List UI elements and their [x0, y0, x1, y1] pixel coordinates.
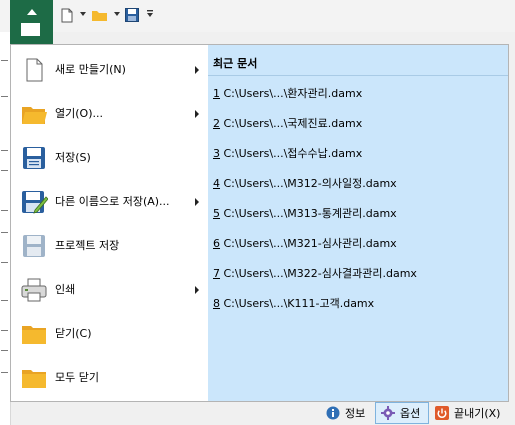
exit-button[interactable]: 끝내기(X) [435, 402, 500, 424]
menu-item-label: 새로 만들기(N) [55, 63, 126, 76]
menu-footer: 정보 옵션 끝내기(X) [0, 402, 515, 425]
save-as-icon [22, 191, 48, 214]
save-project-icon [23, 235, 45, 257]
submenu-arrow-icon [195, 286, 199, 294]
recent-file-path: C:\Users\...\국제진료.damx [220, 117, 363, 130]
power-icon [435, 406, 449, 420]
menu-item-open[interactable]: 열기(O)... [11, 93, 208, 135]
menu-item-label: 모두 닫기 [55, 371, 99, 384]
app-menu-arrow-icon [27, 9, 37, 15]
info-icon [326, 406, 340, 420]
menu-item-close-all[interactable]: 모두 닫기 [11, 357, 208, 399]
menu-item-save[interactable]: 저장(S) [11, 137, 208, 179]
menu-item-label: 닫기(C) [55, 327, 92, 340]
recent-file-number: 2 [213, 117, 220, 130]
application-menu-button[interactable] [10, 0, 53, 44]
recent-file-item[interactable]: 1 C:\Users\...\환자관리.damx [213, 85, 362, 101]
submenu-arrow-icon [195, 198, 199, 206]
menu-item-save-as[interactable]: 다른 이름으로 저장(A)... [11, 181, 208, 223]
recent-file-path: C:\Users\...\M321-심사관리.damx [220, 237, 397, 250]
submenu-arrow-icon [195, 66, 199, 74]
menu-item-save-project[interactable]: 프로젝트 저장 [11, 225, 208, 267]
menu-item-new[interactable]: 새로 만들기(N) [11, 49, 208, 91]
recent-file-path: C:\Users\...\접수수납.damx [220, 147, 363, 160]
app-menu-box-icon [21, 23, 40, 36]
close-all-folder-icon [22, 370, 46, 388]
info-label: 정보 [345, 407, 366, 420]
gear-icon [381, 406, 395, 420]
options-label: 옵션 [400, 407, 421, 420]
new-dropdown-caret-icon[interactable] [80, 12, 86, 16]
quick-access-toolbar [0, 0, 515, 44]
menu-item-label: 다른 이름으로 저장(A)... [55, 195, 170, 208]
menu-item-print[interactable]: 인쇄 [11, 269, 208, 311]
recent-file-number: 4 [213, 177, 220, 190]
recent-file-number: 6 [213, 237, 220, 250]
open-dropdown-caret-icon[interactable] [114, 12, 120, 16]
recent-file-path: C:\Users\...\환자관리.damx [220, 87, 363, 100]
recent-title-divider [208, 75, 508, 76]
recent-file-item[interactable]: 7 C:\Users\...\M322-심사결과관리.damx [213, 265, 417, 281]
recent-file-number: 3 [213, 147, 220, 160]
recent-documents-title: 최근 문서 [213, 57, 258, 70]
options-button[interactable]: 옵션 [375, 402, 429, 424]
menu-item-label: 인쇄 [55, 283, 76, 296]
recent-file-item[interactable]: 4 C:\Users\...\M312-의사일정.damx [213, 175, 397, 191]
recent-file-number: 1 [213, 87, 220, 100]
new-document-icon[interactable] [61, 8, 73, 23]
recent-file-number: 8 [213, 297, 220, 310]
open-folder-icon [22, 107, 47, 124]
recent-file-number: 7 [213, 267, 220, 280]
print-icon [21, 278, 47, 302]
file-menu-panel: 새로 만들기(N) 열기(O)... 저장(S) 다른 이름으로 저장(A)..… [10, 44, 509, 402]
recent-file-item[interactable]: 5 C:\Users\...\M313-통계관리.damx [213, 205, 397, 221]
menu-item-label: 열기(O)... [55, 107, 103, 120]
recent-file-path: C:\Users\...\M313-통계관리.damx [220, 207, 397, 220]
save-icon [23, 147, 45, 169]
menu-item-label: 저장(S) [55, 151, 91, 164]
save-icon[interactable] [125, 8, 139, 22]
close-folder-icon [22, 326, 46, 344]
recent-file-item[interactable]: 8 C:\Users\...\K111-고객.damx [213, 295, 374, 311]
recent-file-path: C:\Users\...\M322-심사결과관리.damx [220, 267, 417, 280]
file-menu-commands: 새로 만들기(N) 열기(O)... 저장(S) 다른 이름으로 저장(A)..… [11, 45, 209, 401]
customize-toolbar-icon[interactable] [146, 10, 154, 18]
open-folder-icon[interactable] [92, 8, 108, 22]
recent-file-item[interactable]: 6 C:\Users\...\M321-심사관리.damx [213, 235, 397, 251]
menu-item-close[interactable]: 닫기(C) [11, 313, 208, 355]
recent-file-item[interactable]: 3 C:\Users\...\접수수납.damx [213, 145, 362, 161]
recent-file-item[interactable]: 2 C:\Users\...\국제진료.damx [213, 115, 362, 131]
new-file-icon [26, 58, 43, 82]
recent-file-number: 5 [213, 207, 220, 220]
exit-label: 끝내기(X) [454, 407, 501, 420]
recent-documents-pane: 최근 문서 1 C:\Users\...\환자관리.damx 2 C:\User… [208, 45, 508, 401]
recent-file-path: C:\Users\...\M312-의사일정.damx [220, 177, 397, 190]
recent-file-path: C:\Users\...\K111-고객.damx [220, 297, 375, 310]
info-button[interactable]: 정보 [326, 402, 365, 424]
submenu-arrow-icon [195, 110, 199, 118]
menu-item-label: 프로젝트 저장 [55, 239, 120, 252]
